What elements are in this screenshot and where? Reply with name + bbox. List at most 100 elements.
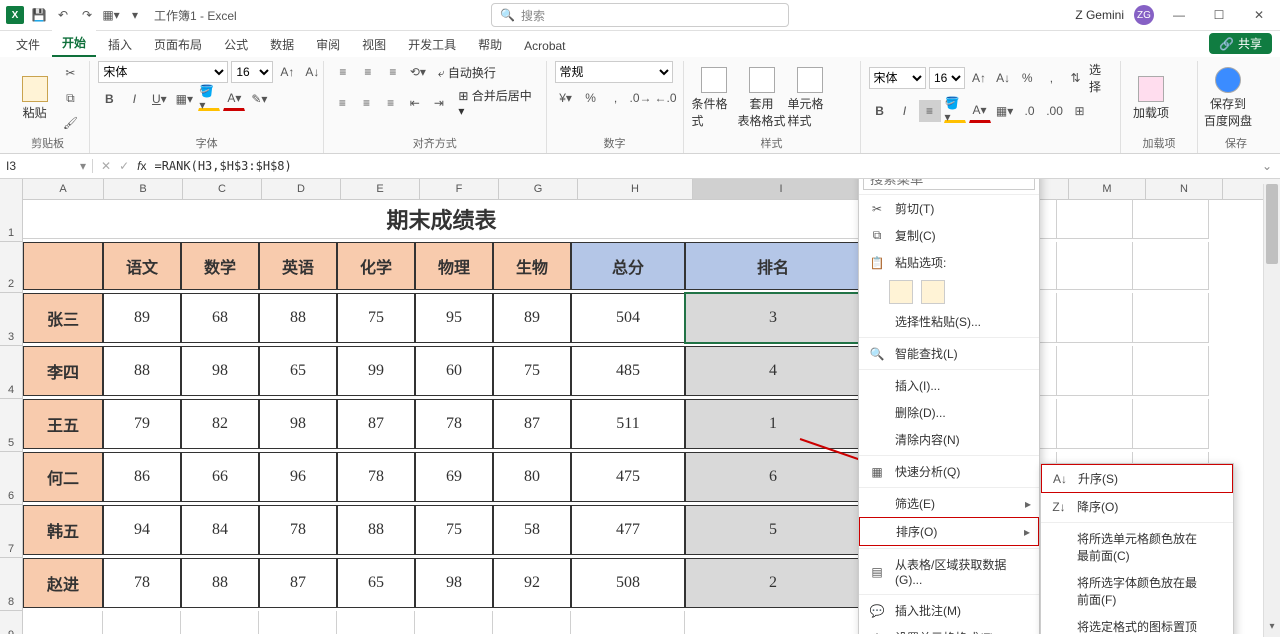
data-4-4[interactable]: 75 [415,505,493,555]
sort-filter-button[interactable]: ⇅ [1065,67,1086,89]
submenu-item-0[interactable]: A↓升序(S) [1041,464,1233,493]
menu-search-input[interactable] [863,179,1035,190]
col-header-M[interactable]: M [1069,179,1146,199]
underline-button[interactable]: U▾ [148,88,170,110]
orientation[interactable]: ⟲▾ [407,61,429,83]
ctx-item-7[interactable]: 清除内容(N) [859,426,1039,453]
data-4-2[interactable]: 78 [259,505,337,555]
ctx-item-10[interactable]: 排序(O)▸ [859,517,1039,546]
ctx-item-0[interactable]: ✂剪切(T) [859,195,1039,222]
number-format-combo[interactable]: 常规 [555,61,673,83]
tab-formula[interactable]: 公式 [214,32,258,57]
phonetic-button[interactable]: ✎▾ [248,88,270,110]
wrap-text-button[interactable]: ⤶ 自动换行 [438,64,496,81]
select-all-corner[interactable] [0,179,23,199]
data-1-3[interactable]: 99 [337,346,415,396]
submenu-item-1[interactable]: Z↓降序(O) [1041,493,1233,520]
col-header-B[interactable]: B [104,179,183,199]
tab-home[interactable]: 开始 [52,30,96,57]
rank-2[interactable]: 1 [685,399,861,449]
ctx-item-9[interactable]: 筛选(E)▸ [859,490,1039,517]
row-header-8[interactable]: 8 [0,558,23,611]
fill-color-button[interactable]: 🪣▾ [198,87,220,111]
data-3-4[interactable]: 69 [415,452,493,502]
ctx-item-11[interactable]: ▤从表格/区域获取数据(G)... [859,551,1039,592]
rank-1[interactable]: 4 [685,346,861,396]
data-5-4[interactable]: 98 [415,558,493,608]
data-0-2[interactable]: 88 [259,293,337,343]
cancel-formula[interactable]: ✕ [101,159,111,173]
font2-name[interactable]: 宋体 [869,67,926,89]
cell-styles-button[interactable]: 单元格样式 [788,67,832,129]
percent-button[interactable]: % [580,87,602,109]
data-2-2[interactable]: 98 [259,399,337,449]
close-button[interactable]: ✕ [1244,5,1274,25]
row-header-1[interactable]: 1 [0,199,23,242]
data-5-3[interactable]: 65 [337,558,415,608]
merge-button[interactable]: ⊞ 合并后居中 ▾ [458,87,537,118]
copy-button[interactable]: ⧉ [59,87,81,109]
header-5[interactable]: 物理 [415,242,493,290]
data-1-5[interactable]: 75 [493,346,571,396]
increase-font-button[interactable]: A↑ [276,61,298,83]
name-3[interactable]: 何二 [23,452,103,502]
font2-size[interactable]: 16 [929,67,965,89]
data-2-4[interactable]: 78 [415,399,493,449]
expand-formula-bar[interactable]: ⌄ [1254,159,1280,173]
ctx-item-3[interactable]: 选择性粘贴(S)... [859,308,1039,335]
ctx-item-4[interactable]: 🔍智能查找(L) [859,340,1039,367]
tab-acrobat[interactable]: Acrobat [514,35,575,57]
tab-file[interactable]: 文件 [6,32,50,57]
name-5[interactable]: 赵进 [23,558,103,608]
ctx-item-1[interactable]: ⧉复制(C) [859,222,1039,249]
ctx-item-6[interactable]: 删除(D)... [859,399,1039,426]
ctx-item-13[interactable]: ⚙设置单元格格式(F)... [859,624,1039,634]
align-bot[interactable]: ≡ [382,61,404,83]
sum-4[interactable]: 477 [571,505,685,555]
submenu-item-2[interactable]: 将所选单元格颜色放在最前面(C) [1041,525,1233,569]
data-4-3[interactable]: 88 [337,505,415,555]
undo-button[interactable]: ↶ [54,6,72,24]
row-header-5[interactable]: 5 [0,399,23,452]
paste-button[interactable]: 粘贴 [14,76,55,121]
data-2-0[interactable]: 79 [103,399,181,449]
ctx-item-5[interactable]: 插入(I)... [859,372,1039,399]
inc-decimal[interactable]: .0→ [630,87,652,109]
header-0[interactable] [23,242,103,290]
currency-button[interactable]: ¥▾ [555,87,577,109]
data-3-3[interactable]: 78 [337,452,415,502]
data-0-5[interactable]: 89 [493,293,571,343]
tab-dev[interactable]: 开发工具 [398,32,466,57]
qat-overflow[interactable]: ▾ [126,6,144,24]
data-1-1[interactable]: 98 [181,346,259,396]
row-header-7[interactable]: 7 [0,505,23,558]
vertical-scrollbar[interactable]: ▴ ▾ [1263,184,1280,637]
data-4-5[interactable]: 58 [493,505,571,555]
data-3-1[interactable]: 66 [181,452,259,502]
fx-icon[interactable]: fx [137,159,146,173]
table-format-button[interactable]: 套用 表格格式 [740,67,784,129]
tab-review[interactable]: 审阅 [306,32,350,57]
row-header-6[interactable]: 6 [0,452,23,505]
align-top[interactable]: ≡ [332,61,354,83]
data-4-1[interactable]: 84 [181,505,259,555]
header-7[interactable]: 总分 [571,242,685,290]
submenu-item-3[interactable]: 将所选字体颜色放在最前面(F) [1041,569,1233,613]
tab-insert[interactable]: 插入 [98,32,142,57]
data-2-3[interactable]: 87 [337,399,415,449]
formula-input[interactable]: =RANK(H3,$H$3:$H$8) [154,159,291,173]
col-header-I[interactable]: I [693,179,870,199]
sum-2[interactable]: 511 [571,399,685,449]
data-1-4[interactable]: 60 [415,346,493,396]
enter-formula[interactable]: ✓ [119,159,129,173]
align-left[interactable]: ≡ [332,92,353,114]
rank-5[interactable]: 2 [685,558,861,608]
share-button[interactable]: 🔗 共享 [1209,33,1272,54]
col-header-H[interactable]: H [578,179,693,199]
paste-option-0[interactable] [889,280,913,304]
ctx-item-8[interactable]: ▦快速分析(Q) [859,458,1039,485]
ctx-item-12[interactable]: 💬插入批注(M) [859,597,1039,624]
tab-help[interactable]: 帮助 [468,32,512,57]
header-6[interactable]: 生物 [493,242,571,290]
data-2-1[interactable]: 82 [181,399,259,449]
